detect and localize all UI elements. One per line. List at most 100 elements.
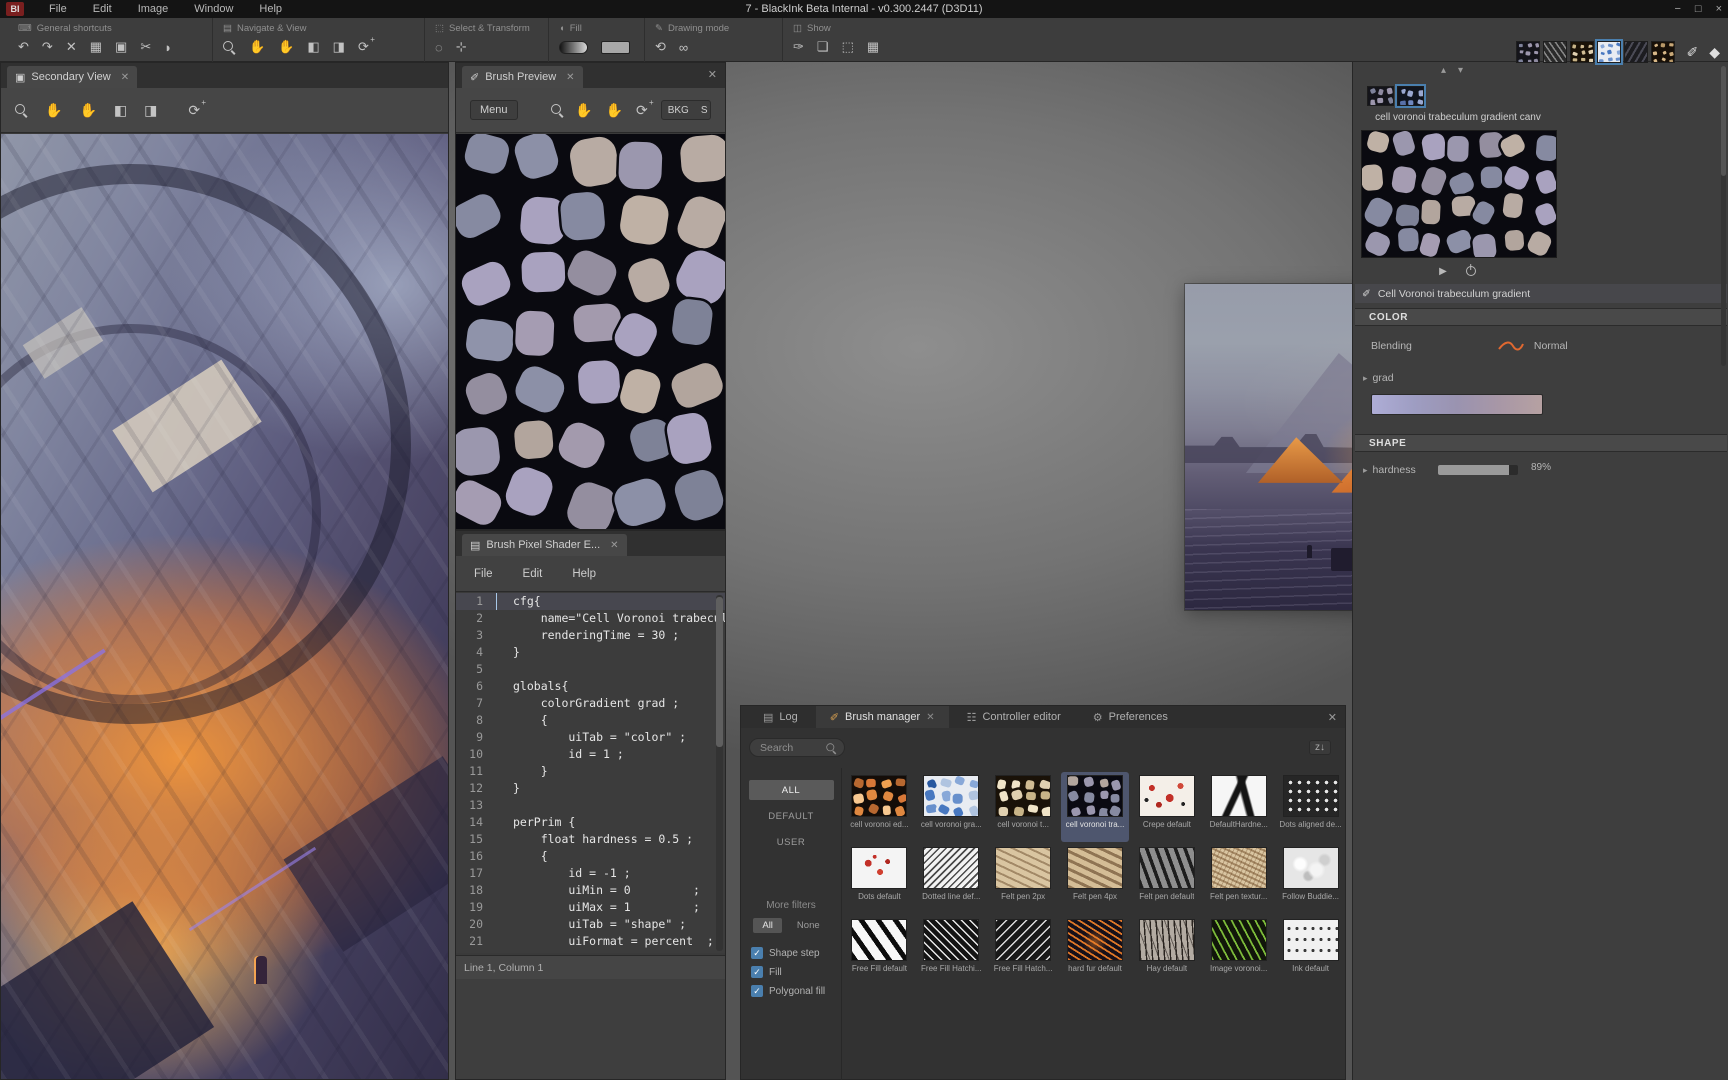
gradient-swatch[interactable] xyxy=(559,41,588,54)
flip-vertical-icon[interactable]: ◨ xyxy=(333,39,345,55)
delete-icon[interactable]: ✕ xyxy=(66,39,77,55)
grad-row[interactable]: ▸ grad xyxy=(1355,368,1727,388)
brush-grid-item[interactable]: Follow Buddie... xyxy=(1276,844,1345,914)
brush-grid-item[interactable]: Crepe default xyxy=(1132,772,1201,842)
tab-shader-editor[interactable]: ▤ Brush Pixel Shader E... ✕ xyxy=(462,534,627,556)
filter-default-button[interactable]: DEFAULT xyxy=(749,806,834,826)
close-tab-icon[interactable]: ✕ xyxy=(926,712,934,723)
zoom-icon[interactable] xyxy=(223,41,236,54)
code-line[interactable]: 3 renderingTime = 30 ; xyxy=(456,627,725,644)
brush-grid-item[interactable]: Hay default xyxy=(1132,916,1201,986)
minimize-button[interactable]: − xyxy=(1674,3,1680,15)
app-logo[interactable]: BI xyxy=(6,2,24,16)
brush-grid-item[interactable]: Free Fill Hatchi... xyxy=(917,916,986,986)
menu-item[interactable]: Help xyxy=(246,3,295,15)
menu-item[interactable]: Window xyxy=(181,3,246,15)
brush-cursor-icon[interactable]: ✑ xyxy=(793,39,804,55)
brush-grid-item[interactable]: hard fur default xyxy=(1061,916,1130,986)
color-section-header[interactable]: COLOR xyxy=(1355,308,1727,326)
code-line[interactable]: 12} xyxy=(456,780,725,797)
menu-item[interactable]: Help xyxy=(572,568,596,580)
duplicate-icon[interactable]: ▣ xyxy=(115,39,127,55)
menu-item[interactable]: Edit xyxy=(523,568,543,580)
redo-icon[interactable]: ↷ xyxy=(42,39,53,55)
active-brush-row[interactable]: ✐ Cell Voronoi trabeculum gradient xyxy=(1355,284,1727,303)
code-line[interactable]: 6globals{ xyxy=(456,678,725,695)
code-line[interactable]: 4} xyxy=(456,644,725,661)
layers-icon[interactable]: ❏ xyxy=(817,39,829,55)
code-line[interactable]: 21 uiFormat = percent ; xyxy=(456,933,725,950)
scrollbar-thumb[interactable] xyxy=(1721,66,1726,176)
brush-large-preview[interactable] xyxy=(1361,130,1557,258)
brush-preview-viewport[interactable] xyxy=(456,134,725,529)
zoom-icon[interactable] xyxy=(15,104,28,117)
code-line[interactable]: 5 xyxy=(456,661,725,678)
brush-grid-item[interactable]: Felt pen default xyxy=(1132,844,1201,914)
brush-grid-item[interactable]: Felt pen textur... xyxy=(1204,844,1273,914)
select-none-button[interactable]: None xyxy=(788,918,829,933)
filter-user-button[interactable]: USER xyxy=(749,832,834,852)
tab-brush-manager[interactable]: ✐ Brush manager ✕ xyxy=(816,706,949,728)
code-editor[interactable]: 1cfg{ 2 name="Cell Voronoi trabecul 3 re… xyxy=(456,593,725,953)
close-tab-icon[interactable]: ✕ xyxy=(610,540,618,551)
rotate-zoom-icon[interactable]: ⟳+ xyxy=(636,102,648,119)
close-panel-icon[interactable]: ✕ xyxy=(1328,711,1337,724)
bkg-button[interactable]: BKG S xyxy=(661,100,711,120)
checkbox-polygonal-fill[interactable]: ✓ Polygonal fill xyxy=(751,985,841,997)
tab-secondary-view[interactable]: ▣ Secondary View ✕ xyxy=(7,66,137,88)
pan-hand-icon[interactable]: ✋ xyxy=(249,39,265,55)
code-line[interactable]: 18 uiMin = 0 ; xyxy=(456,882,725,899)
selection-overlay-icon[interactable]: ⬚ xyxy=(842,39,854,55)
paint-drop-icon[interactable]: ◗ xyxy=(164,40,172,55)
close-tab-icon[interactable]: ✕ xyxy=(121,72,129,83)
checkbox-fill[interactable]: ✓ Fill xyxy=(751,966,841,978)
preset-thumb-1[interactable] xyxy=(1516,41,1540,63)
color-swatch[interactable] xyxy=(601,41,630,54)
filter-all-button[interactable]: ALL xyxy=(749,780,834,800)
menu-item[interactable]: File xyxy=(36,3,80,15)
gradient-curve-icon[interactable] xyxy=(1498,340,1524,352)
undo-icon[interactable]: ↶ xyxy=(18,39,29,55)
select-all-button[interactable]: All xyxy=(753,918,782,933)
code-line[interactable]: 7 colorGradient grad ; xyxy=(456,695,725,712)
close-panel-icon[interactable]: ✕ xyxy=(708,68,717,81)
code-line[interactable]: 1cfg{ xyxy=(456,593,725,610)
flip-horizontal-icon[interactable]: ◧ xyxy=(114,102,127,119)
brush-grid-item[interactable]: cell voronoi ed... xyxy=(845,772,914,842)
hardness-slider[interactable] xyxy=(1438,465,1518,475)
close-tab-icon[interactable]: ✕ xyxy=(566,72,574,83)
code-line[interactable]: 2 name="Cell Voronoi trabecul xyxy=(456,610,725,627)
code-line[interactable]: 10 id = 1 ; xyxy=(456,746,725,763)
cut-icon[interactable]: ✂ xyxy=(140,39,151,55)
sidebar-scrollbar[interactable] xyxy=(1721,66,1726,366)
pan-hand-icon[interactable]: ✋ xyxy=(575,102,592,119)
lasso-icon[interactable]: ◌ xyxy=(435,40,443,55)
zoom-icon[interactable] xyxy=(551,104,563,117)
variant-thumb-2-selected[interactable] xyxy=(1397,86,1424,106)
preset-thumb-6[interactable] xyxy=(1651,41,1675,63)
brush-grid-item[interactable]: DefaultHardne... xyxy=(1204,772,1273,842)
tab-log[interactable]: ▤ Log xyxy=(749,706,812,728)
brush-grid-item[interactable]: Felt pen 2px xyxy=(989,844,1058,914)
brush-grid-item[interactable]: Dotted line def... xyxy=(917,844,986,914)
brush-grid-item[interactable]: cell voronoi t... xyxy=(989,772,1058,842)
brush-tool-icon[interactable]: ✐ xyxy=(1686,44,1698,61)
link-mode-icon[interactable]: ∞ xyxy=(679,40,688,55)
preset-thumb-4-selected[interactable] xyxy=(1597,41,1621,63)
close-button[interactable]: × xyxy=(1716,3,1722,15)
tab-controller-editor[interactable]: ☷ Controller editor xyxy=(953,706,1075,728)
grab-icon[interactable]: ✋ xyxy=(278,39,294,55)
checkbox-shape-step[interactable]: ✓ Shape step xyxy=(751,947,841,959)
gradient-strip[interactable] xyxy=(1371,394,1543,415)
play-icon[interactable]: ▶ xyxy=(1439,266,1447,277)
variant-thumb-1[interactable] xyxy=(1367,86,1394,106)
code-line[interactable]: 9 uiTab = "color" ; xyxy=(456,729,725,746)
preset-thumb-2[interactable] xyxy=(1543,41,1567,63)
code-scrollbar[interactable] xyxy=(716,595,723,951)
flip-horizontal-icon[interactable]: ◧ xyxy=(307,39,319,55)
rotate-zoom-icon[interactable]: ⟳+ xyxy=(358,39,369,55)
code-line[interactable]: 13 xyxy=(456,797,725,814)
code-line[interactable]: 20 uiTab = "shape" ; xyxy=(456,916,725,933)
code-line[interactable]: 19 uiMax = 1 ; xyxy=(456,899,725,916)
collapse-down-icon[interactable]: ▾ xyxy=(1458,65,1463,76)
